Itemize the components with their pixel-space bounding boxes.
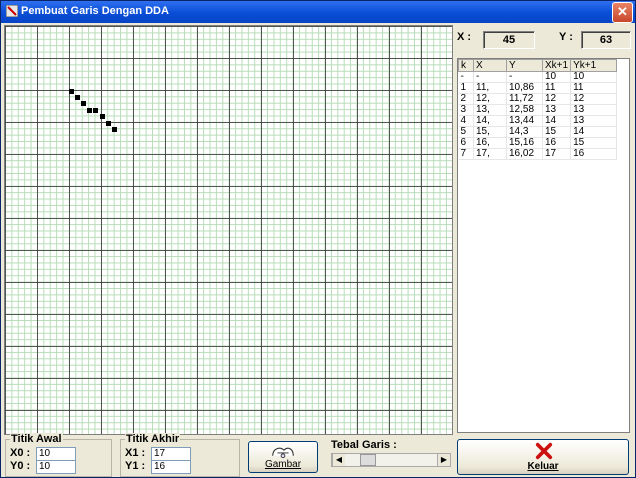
keluar-button[interactable]: Keluar	[457, 439, 629, 475]
table-cell: 15,16	[506, 137, 543, 149]
x0-label: X0 :	[10, 447, 31, 459]
scroll-left-arrow-icon[interactable]: ◀	[332, 454, 345, 466]
table-cell: 17	[542, 148, 572, 160]
table-cell: 4	[458, 115, 474, 127]
table-cell: 15	[542, 126, 572, 138]
y-coord-value: 63	[581, 31, 631, 49]
table-cell: 13,44	[506, 115, 543, 127]
table-cell: 13	[570, 115, 618, 127]
y1-input[interactable]: 16	[151, 460, 191, 474]
tebal-garis-label: Tebal Garis :	[331, 439, 397, 451]
drawing-hands-icon	[272, 447, 294, 459]
table-row[interactable]: 3 13, 12,58 13 13	[458, 104, 618, 116]
table-cell: 15	[570, 137, 618, 149]
dda-table[interactable]: k X Y Xk+1 Yk+1 - - -10 10 1 11, 10,86 11 11 2 12,…	[457, 58, 630, 433]
app-icon	[6, 5, 18, 17]
scroll-right-arrow-icon[interactable]: ▶	[437, 454, 450, 466]
table-cell: 14	[542, 115, 572, 127]
scroll-thumb[interactable]	[360, 454, 376, 466]
line-pixel	[100, 114, 105, 119]
table-cell: 16	[570, 148, 618, 160]
col-header-yk1[interactable]: Yk+1	[570, 59, 618, 72]
table-cell: 10,86	[506, 82, 543, 94]
y-coord-label: Y :	[559, 31, 573, 43]
table-cell: 14,	[473, 115, 507, 127]
table-row[interactable]: 7 17, 16,02 17 16	[458, 148, 618, 160]
table-cell: 13	[542, 104, 572, 116]
table-cell: 6	[458, 137, 474, 149]
table-cell: 2	[458, 93, 474, 105]
y0-label: Y0 :	[10, 460, 31, 472]
col-header-k[interactable]: k	[458, 59, 474, 72]
col-header-x[interactable]: X	[473, 59, 507, 72]
titik-akhir-label: Titik Akhir	[125, 433, 181, 445]
window-title: Pembuat Garis Dengan DDA	[21, 5, 169, 17]
line-pixel	[81, 101, 86, 106]
table-cell: 16,	[473, 137, 507, 149]
title-bar[interactable]: Pembuat Garis Dengan DDA ✕	[1, 1, 635, 23]
table-cell: 7	[458, 148, 474, 160]
table-cell: 16,02	[506, 148, 543, 160]
table-row[interactable]: 5 15, 14,3 15 14	[458, 126, 618, 138]
tebal-garis-scrollbar[interactable]: ◀ ▶	[331, 453, 451, 467]
table-row[interactable]: 2 12, 11,72 12 12	[458, 93, 618, 105]
y0-input[interactable]: 10	[36, 460, 76, 474]
drawing-canvas[interactable]	[4, 25, 453, 435]
x0-input[interactable]: 10	[36, 447, 76, 461]
x1-label: X1 :	[125, 447, 146, 459]
table-cell: 12	[542, 93, 572, 105]
col-header-xk1[interactable]: Xk+1	[541, 59, 572, 72]
dda-table-grid: k X Y Xk+1 Yk+1 - - -10 10 1 11, 10,86 11 11 2 12,…	[458, 59, 618, 160]
line-pixel	[112, 127, 117, 132]
titik-awal-label: Titik Awal	[10, 433, 63, 445]
red-x-icon	[535, 442, 553, 460]
line-pixel	[87, 108, 92, 113]
x-coord-value: 45	[483, 31, 535, 49]
table-cell: 12,	[473, 93, 507, 105]
col-header-y[interactable]: Y	[506, 59, 543, 72]
x-coord-label: X :	[457, 31, 472, 43]
table-row[interactable]: - - -10 10	[458, 71, 618, 83]
table-cell: 14,3	[506, 126, 543, 138]
table-row[interactable]: 6 16, 15,16 16 15	[458, 137, 618, 149]
table-cell: 11,72	[506, 93, 543, 105]
table-cell: 5	[458, 126, 474, 138]
table-cell: -	[473, 71, 507, 83]
table-cell: 11	[542, 82, 572, 94]
gambar-label: Gambar	[264, 459, 302, 470]
table-cell: 17,	[473, 148, 507, 160]
table-cell: 15,	[473, 126, 507, 138]
app-window: Pembuat Garis Dengan DDA ✕ X : 45 Y : 63…	[0, 0, 636, 478]
close-button[interactable]: ✕	[612, 2, 633, 23]
table-cell: 3	[458, 104, 474, 116]
table-row[interactable]: 4 14, 13,44 14 13	[458, 115, 618, 127]
table-row[interactable]: 1 11, 10,86 11 11	[458, 82, 618, 94]
y1-label: Y1 :	[125, 460, 146, 472]
gambar-button[interactable]: Gambar	[248, 441, 318, 473]
x1-input[interactable]: 17	[151, 447, 191, 461]
table-cell: 16	[542, 137, 572, 149]
table-cell: 10	[542, 71, 572, 83]
table-cell: 11	[570, 82, 618, 94]
line-pixel	[106, 121, 111, 126]
keluar-label: Keluar	[527, 461, 559, 472]
table-cell: -	[506, 71, 543, 83]
line-pixel	[69, 89, 74, 94]
line-pixel	[75, 95, 80, 100]
table-cell: -	[458, 71, 474, 83]
table-cell: 1	[458, 82, 474, 94]
table-header-row: k X Y Xk+1 Yk+1	[458, 59, 618, 72]
table-cell: 13,	[473, 104, 507, 116]
table-cell: 11,	[473, 82, 507, 94]
table-cell: 14	[570, 126, 618, 138]
table-cell: 13	[570, 104, 618, 116]
table-cell: 12	[570, 93, 618, 105]
table-cell: 12,58	[506, 104, 543, 116]
line-pixel	[93, 108, 98, 113]
table-cell: 10	[570, 71, 618, 83]
